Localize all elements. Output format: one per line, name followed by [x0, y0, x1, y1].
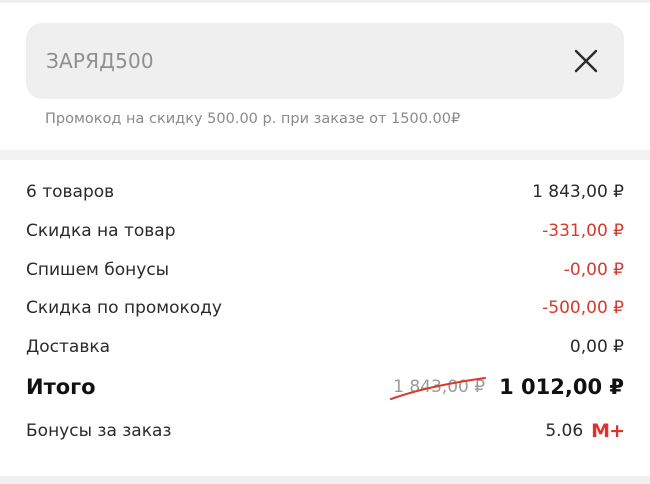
delivery-label: Доставка — [26, 337, 111, 357]
m-plus-icon: М+ — [591, 420, 625, 442]
order-summary: 6 товаров 1 843,00 ₽ Скидка на товар -33… — [0, 160, 650, 476]
summary-row-bonus-earned: Бонусы за заказ 5.06 М+ — [26, 420, 625, 442]
close-icon — [574, 49, 598, 73]
bonus-earned-label: Бонусы за заказ — [26, 421, 172, 441]
promo-code-value[interactable]: ЗАРЯД500 — [46, 49, 154, 73]
divider — [0, 0, 650, 3]
summary-row-bonuses: Спишем бонусы -0,00 ₽ — [26, 260, 624, 280]
promo-hint: Промокод на скидку 500.00 р. при заказе … — [45, 111, 461, 127]
discount-value: -331,00 ₽ — [542, 221, 624, 241]
clear-promo-button[interactable] — [570, 45, 602, 77]
bonus-earned: 5.06 М+ — [545, 420, 625, 442]
old-price: 1 843,00 ₽ — [390, 377, 487, 400]
total-prices: 1 843,00 ₽ 1 012,00 ₽ — [390, 375, 624, 400]
bottom-divider — [0, 476, 650, 484]
promo-code-field[interactable]: ЗАРЯД500 — [26, 23, 624, 99]
promo-discount-label: Скидка по промокоду — [26, 298, 222, 318]
summary-row-delivery: Доставка 0,00 ₽ — [26, 337, 624, 357]
summary-row-discount: Скидка на товар -331,00 ₽ — [26, 221, 624, 241]
summary-row-promo: Скидка по промокоду -500,00 ₽ — [26, 298, 624, 318]
items-count-label: 6 товаров — [26, 182, 115, 202]
items-total-value: 1 843,00 ₽ — [532, 182, 624, 202]
promo-discount-value: -500,00 ₽ — [542, 298, 624, 318]
bonuses-spent-label: Спишем бонусы — [26, 260, 170, 280]
promo-section: ЗАРЯД500 Промокод на скидку 500.00 р. пр… — [0, 0, 650, 150]
summary-row-items: 6 товаров 1 843,00 ₽ — [26, 182, 624, 202]
bonuses-spent-value: -0,00 ₽ — [563, 260, 624, 280]
delivery-value: 0,00 ₽ — [569, 337, 624, 357]
total-value: 1 012,00 ₽ — [499, 375, 624, 399]
summary-row-total: Итого 1 843,00 ₽ 1 012,00 ₽ — [26, 375, 624, 400]
strikethrough-icon — [390, 377, 487, 400]
total-label: Итого — [26, 375, 96, 399]
bonus-earned-value: 5.06 — [545, 421, 584, 441]
discount-label: Скидка на товар — [26, 221, 176, 241]
